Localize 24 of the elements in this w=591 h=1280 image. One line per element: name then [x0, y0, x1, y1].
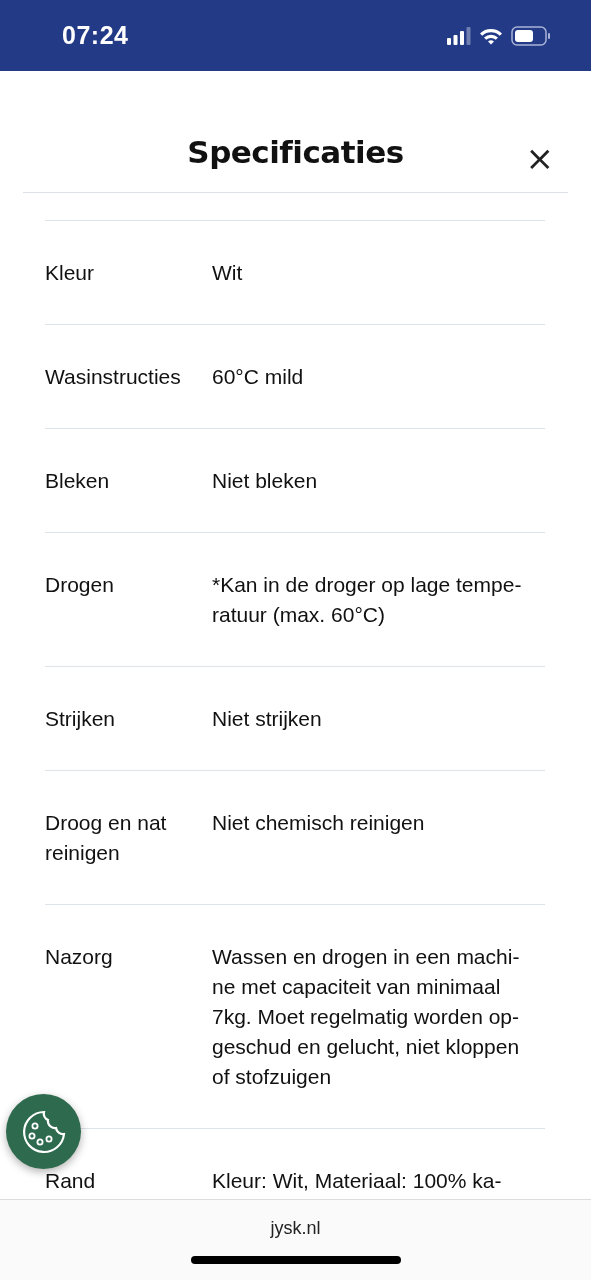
status-time: 07:24: [62, 21, 129, 50]
address-bar[interactable]: jysk.nl: [270, 1218, 321, 1239]
spec-label: Droog en nat reinigen: [45, 810, 168, 866]
spec-value: Niet strijken: [212, 706, 323, 732]
spec-value: 60°C mild: [212, 364, 305, 390]
spec-value: Niet bleken: [212, 468, 319, 494]
close-button[interactable]: ×: [525, 141, 554, 175]
spec-label: Nazorg: [45, 944, 114, 970]
cookie-button[interactable]: [6, 1094, 81, 1169]
spec-label: Bleken: [45, 468, 111, 494]
spec-value: Wassen en drogen in een machi- ne met capaciteit van minimaal 7kg. Moet regelmatig worden op- geschud en gelucht, niet kloppen of stofzuigen: [212, 944, 521, 1090]
spec-label: Strijken: [45, 706, 117, 732]
spec-label: Drogen: [45, 572, 115, 598]
spec-value: Niet chemisch reinigen: [212, 810, 426, 836]
signal-icon: [447, 26, 471, 45]
spec-value: Kleur: Wit, Materiaal: 100% ka-: [212, 1168, 503, 1194]
spec-label: Kleur: [45, 260, 96, 286]
spec-value: Wit: [212, 260, 244, 286]
dialog-title: Specificaties: [187, 133, 404, 170]
battery-icon: [511, 25, 551, 46]
spec-value: *Kan in de droger op lage tempe- ratuur (max. 60°C): [212, 572, 523, 628]
spec-label: Rand: [45, 1168, 97, 1194]
spec-label: Wasinstructies: [45, 364, 182, 390]
wifi-icon: [479, 26, 503, 45]
